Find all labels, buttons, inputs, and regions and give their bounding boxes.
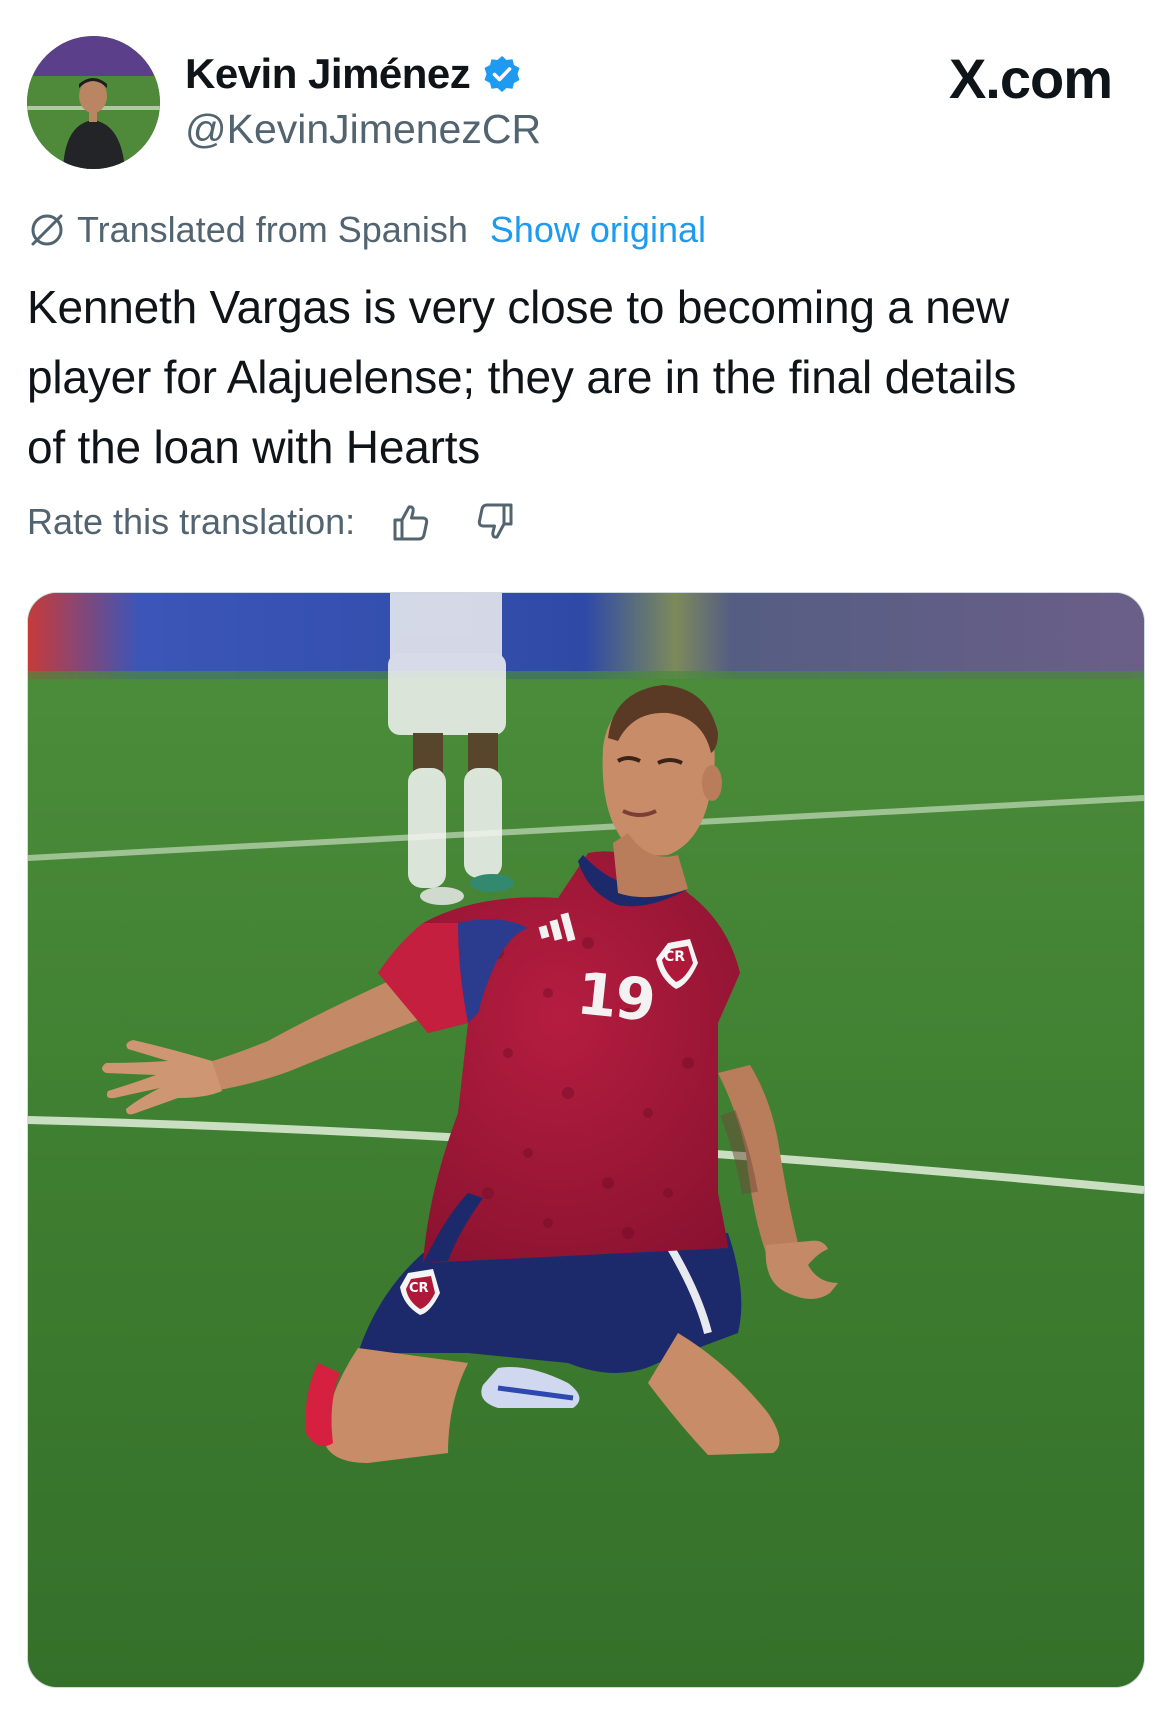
thumbs-up-icon[interactable] (389, 500, 433, 544)
author-name-text[interactable]: Kevin Jiménez (185, 50, 471, 98)
rate-translation-label: Rate this translation: (27, 501, 356, 542)
tweet-text: Kenneth Vargas is very close to becoming… (27, 272, 1157, 482)
translation-notice: Translated from Spanish Show original (27, 209, 706, 251)
show-original-link[interactable]: Show original (490, 209, 706, 251)
crest-text: CR (664, 949, 686, 965)
globe-slash-icon (27, 210, 67, 250)
thumbs-down-icon[interactable] (473, 500, 517, 544)
jersey-number: 19 (573, 959, 658, 1035)
tweet-text-line: Kenneth Vargas is very close to becoming… (27, 281, 1010, 333)
translation-notice-text: Translated from Spanish (77, 209, 468, 250)
rate-translation: Rate this translation: (27, 500, 517, 544)
site-label: X.com (948, 47, 1113, 110)
verified-badge-icon (482, 54, 522, 94)
shorts-crest-text: CR (409, 1281, 429, 1296)
tweet-text-line: of the loan with Hearts (27, 421, 481, 473)
tweet-text-line: player for Alajuelense; they are in the … (27, 351, 1017, 403)
author-display-name[interactable]: Kevin Jiménez (185, 50, 522, 98)
avatar[interactable] (27, 36, 160, 169)
author-handle[interactable]: @KevinJimenezCR (185, 106, 541, 153)
tweet-photo[interactable]: 19 CR CR (27, 592, 1145, 1688)
